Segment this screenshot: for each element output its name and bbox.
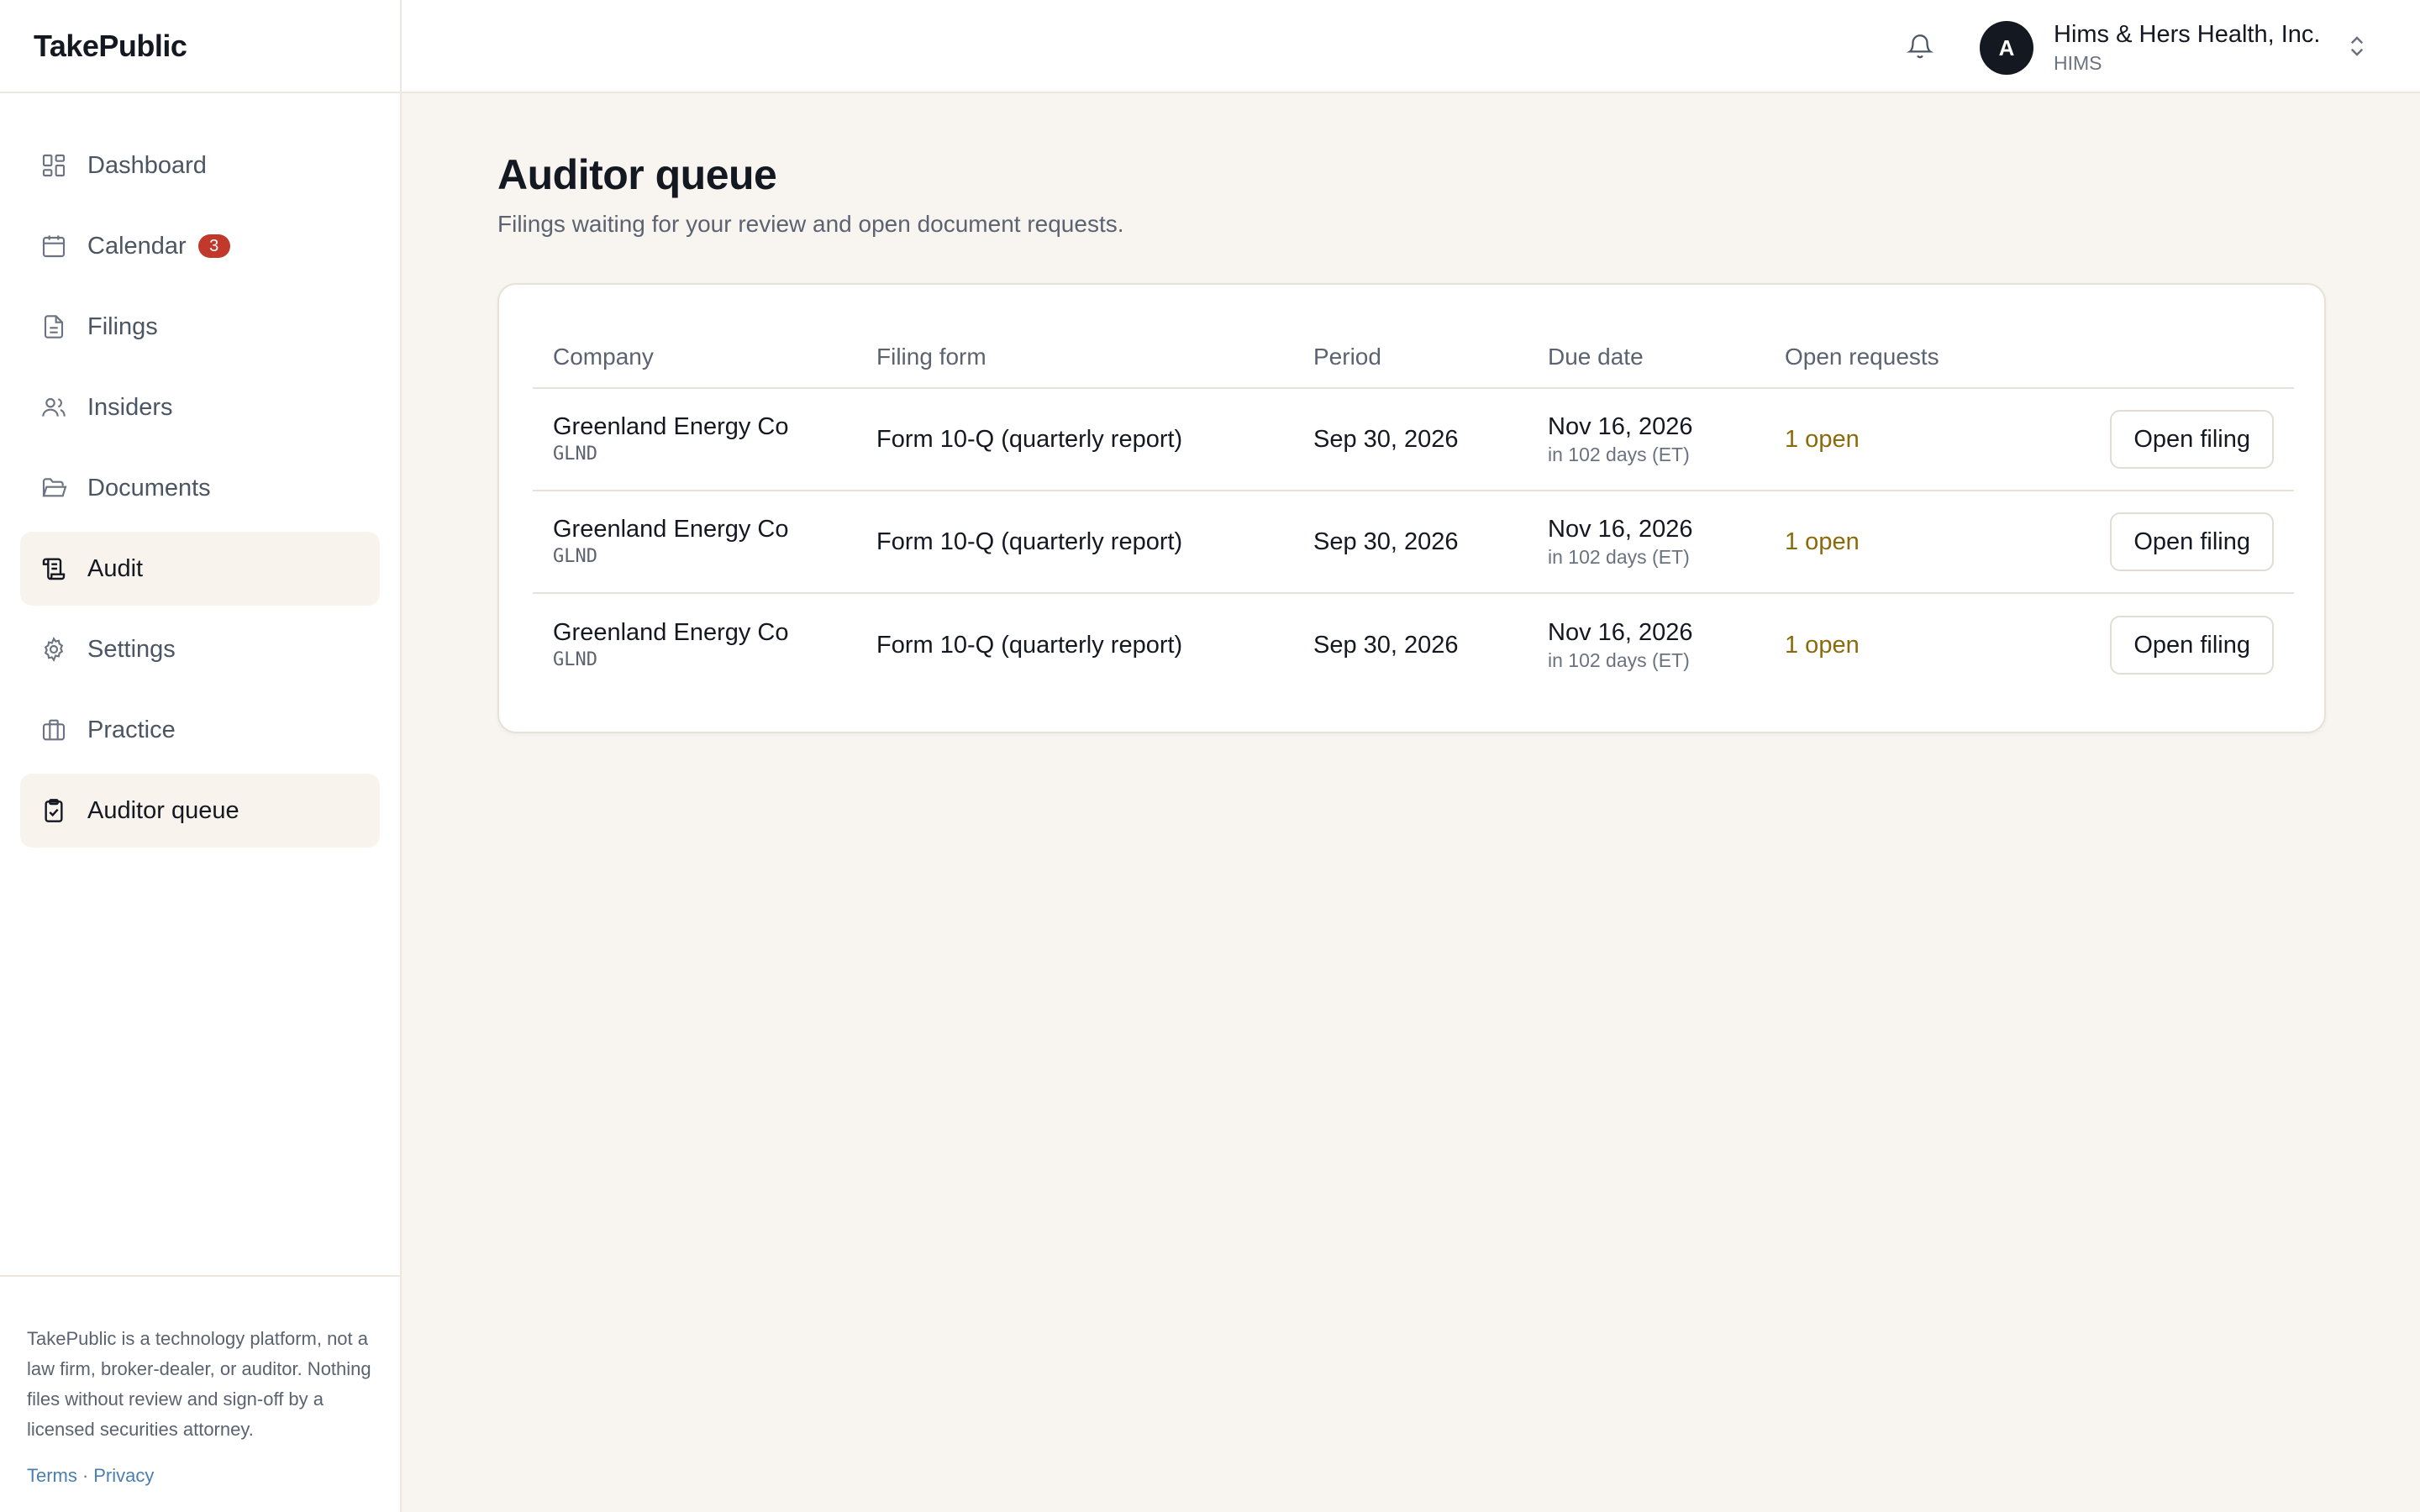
sidebar-item-calendar[interactable]: Calendar 3 [20,209,380,283]
legal-links: Terms · Privacy [27,1465,373,1487]
sidebar-item-documents[interactable]: Documents [20,451,380,525]
sidebar-item-filings[interactable]: Filings [20,290,380,364]
actions-cell: Open filing [2087,616,2294,675]
row-company-name: Greenland Energy Co [553,619,789,646]
table-row: Greenland Energy Co GLND Form 10-Q (quar… [533,389,2294,491]
company-info: Hims & Hers Health, Inc. HIMS [2054,19,2320,76]
company-cell: Greenland Energy Co GLND [533,514,876,570]
open-filing-button[interactable]: Open filing [2110,512,2274,571]
company-cell: Greenland Energy Co GLND [533,412,876,467]
legal-disclaimer: TakePublic is a technology platform, not… [27,1328,371,1440]
sidebar-item-auditor-queue[interactable]: Auditor queue [20,774,380,848]
app-root: TakePublic Dashboard Calendar 3 Filings … [0,0,2420,1512]
sidebar-item-label: Filings [87,312,158,340]
sidebar-item-label: Documents [87,474,211,501]
sidebar-item-dashboard[interactable]: Dashboard [20,129,380,202]
sidebar-footer: TakePublic is a technology platform, not… [0,1275,400,1512]
column-header-open-requests: Open requests [1785,344,1939,370]
column-header-period: Period [1313,344,1381,370]
sidebar-item-label: Settings [87,635,176,663]
column-header-company: Company [553,344,654,370]
company-ticker: HIMS [2054,52,2102,74]
due-date-cell: Nov 16, 2026 in 102 days (ET) [1548,617,1785,673]
queue-table: Company Filing form Period Due date Open… [533,327,2294,696]
brand-logo[interactable]: TakePublic [0,0,400,93]
dashboard-icon [40,152,67,179]
avatar: A [1980,21,2033,75]
link-separator: · [82,1465,89,1486]
privacy-link[interactable]: Privacy [93,1465,154,1486]
row-company-ticker: GLND [553,649,597,670]
actions-cell: Open filing [2087,410,2294,469]
page-title: Auditor queue [497,151,777,198]
sidebar-item-label: Dashboard [87,151,207,179]
row-company-name: Greenland Energy Co [553,413,789,440]
row-company-ticker: GLND [553,444,597,465]
sidebar-item-label: Auditor queue [87,796,239,824]
sidebar-item-practice[interactable]: Practice [20,693,380,767]
filing-form-cell: Form 10-Q (quarterly report) [876,425,1183,453]
sidebar-item-label: Calendar [87,232,187,260]
due-relative: in 102 days (ET) [1548,444,1690,465]
calendar-icon [40,233,67,260]
open-requests-cell: 1 open [1785,528,1860,555]
open-filing-button[interactable]: Open filing [2110,616,2274,675]
queue-card: Company Filing form Period Due date Open… [497,283,2326,733]
company-switcher[interactable]: A Hims & Hers Health, Inc. HIMS [1980,19,2320,76]
filing-form-cell: Form 10-Q (quarterly report) [876,631,1183,659]
due-date: Nov 16, 2026 [1548,516,1693,543]
open-requests-cell: 1 open [1785,631,1860,659]
sidebar-item-audit[interactable]: Audit [20,532,380,606]
sidebar-item-label: Audit [87,554,144,582]
due-date-cell: Nov 16, 2026 in 102 days (ET) [1548,412,1785,467]
sidebar-item-label: Practice [87,716,176,743]
actions-cell: Open filing [2087,512,2294,571]
sidebar-nav: Dashboard Calendar 3 Filings Insiders Do… [0,93,400,848]
period-cell: Sep 30, 2026 [1313,425,1459,453]
due-date: Nov 16, 2026 [1548,413,1693,440]
chevron-up-down-icon[interactable] [2344,34,2370,59]
company-cell: Greenland Energy Co GLND [533,617,876,673]
gear-icon [40,636,67,663]
calendar-count-badge: 3 [197,234,230,258]
sidebar: TakePublic Dashboard Calendar 3 Filings … [0,0,402,1512]
sidebar-item-settings[interactable]: Settings [20,612,380,686]
scroll-icon [40,555,67,582]
clipboard-check-icon [40,797,67,824]
briefcase-icon [40,717,67,743]
period-cell: Sep 30, 2026 [1313,528,1459,555]
due-relative: in 102 days (ET) [1548,546,1690,568]
row-company-name: Greenland Energy Co [553,516,789,543]
file-icon [40,313,67,340]
open-filing-button[interactable]: Open filing [2110,410,2274,469]
column-header-due-date: Due date [1548,344,1644,370]
table-header: Company Filing form Period Due date Open… [533,327,2294,389]
open-requests-cell: 1 open [1785,425,1860,453]
column-header-filing-form: Filing form [876,344,986,370]
company-name: Hims & Hers Health, Inc. [2054,21,2321,48]
folder-icon [40,475,67,501]
terms-link[interactable]: Terms [27,1465,77,1486]
sidebar-item-label: Insiders [87,393,173,421]
users-icon [40,394,67,421]
table-row: Greenland Energy Co GLND Form 10-Q (quar… [533,491,2294,594]
page-subtitle: Filings waiting for your review and open… [497,211,1124,237]
row-company-ticker: GLND [553,546,597,567]
filing-form-cell: Form 10-Q (quarterly report) [876,528,1183,555]
due-date-cell: Nov 16, 2026 in 102 days (ET) [1548,514,1785,570]
due-date: Nov 16, 2026 [1548,619,1693,646]
main-content: Auditor queue Filings waiting for your r… [402,93,2420,1512]
sidebar-item-insiders[interactable]: Insiders [20,370,380,444]
period-cell: Sep 30, 2026 [1313,631,1459,659]
table-row: Greenland Energy Co GLND Form 10-Q (quar… [533,594,2294,696]
bell-icon[interactable] [1906,32,1934,60]
due-relative: in 102 days (ET) [1548,649,1690,671]
topbar: A Hims & Hers Health, Inc. HIMS [402,0,2420,93]
